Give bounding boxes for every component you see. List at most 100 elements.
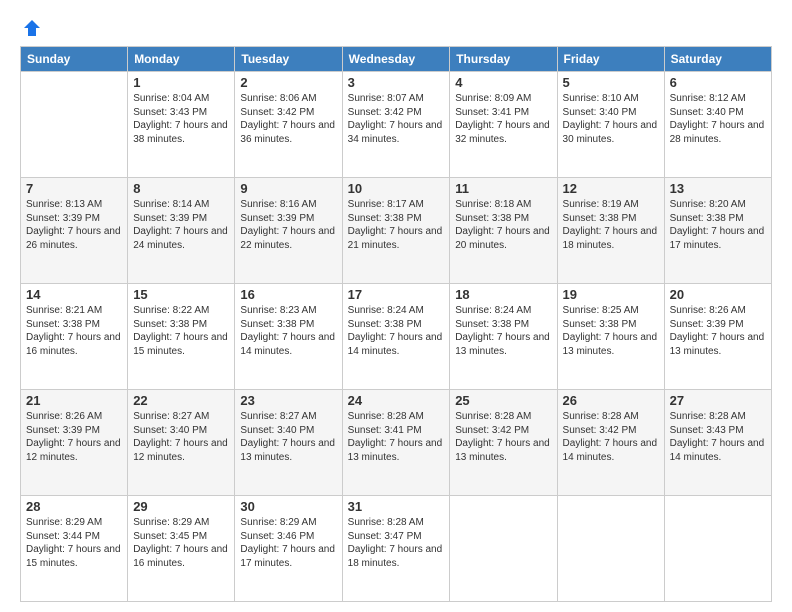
- calendar-cell: 15Sunrise: 8:22 AM Sunset: 3:38 PM Dayli…: [128, 284, 235, 390]
- day-info: Sunrise: 8:18 AM Sunset: 3:38 PM Dayligh…: [455, 198, 551, 252]
- day-info: Sunrise: 8:28 AM Sunset: 3:41 PM Dayligh…: [348, 410, 445, 464]
- day-number: 10: [348, 181, 445, 196]
- calendar-cell: [557, 496, 664, 602]
- calendar-cell: 4Sunrise: 8:09 AM Sunset: 3:41 PM Daylig…: [450, 72, 557, 178]
- calendar-cell: 24 Sunrise: 8:28 AM Sunset: 3:41 PM Dayli…: [342, 390, 450, 496]
- calendar-cell: 8Sunrise: 8:14 AM Sunset: 3:39 PM Daylig…: [128, 178, 235, 284]
- day-info: Sunrise: 8:16 AM Sunset: 3:39 PM Dayligh…: [240, 198, 336, 252]
- week-row-1: 1 Sunrise: 8:04 AM Sunset: 3:43 PM Daylig…: [21, 72, 772, 178]
- calendar-cell: 28 Sunrise: 8:29 AM Sunset: 3:44 PM Dayli…: [21, 496, 128, 602]
- day-info: Sunrise: 8:25 AM Sunset: 3:38 PM Dayligh…: [563, 304, 659, 358]
- day-number: 27: [670, 393, 766, 408]
- day-number: 2: [240, 75, 336, 90]
- day-info: Sunrise: 8:28 AM Sunset: 3:47 PM Dayligh…: [348, 516, 445, 570]
- calendar-cell: 17Sunrise: 8:24 AM Sunset: 3:38 PM Dayli…: [342, 284, 450, 390]
- header-cell-monday: Monday: [128, 47, 235, 72]
- calendar-cell: 31 Sunrise: 8:28 AM Sunset: 3:47 PM Dayli…: [342, 496, 450, 602]
- calendar-cell: 5 Sunrise: 8:10 AM Sunset: 3:40 PM Daylig…: [557, 72, 664, 178]
- day-number: 24: [348, 393, 445, 408]
- day-info: Sunrise: 8:27 AM Sunset: 3:40 PM Dayligh…: [133, 410, 229, 464]
- day-info: Sunrise: 8:29 AM Sunset: 3:45 PM Dayligh…: [133, 516, 229, 570]
- week-row-3: 14 Sunrise: 8:21 AM Sunset: 3:38 PM Dayli…: [21, 284, 772, 390]
- header-cell-sunday: Sunday: [21, 47, 128, 72]
- calendar-cell: 29Sunrise: 8:29 AM Sunset: 3:45 PM Dayli…: [128, 496, 235, 602]
- day-number: 18: [455, 287, 551, 302]
- day-number: 15: [133, 287, 229, 302]
- header-cell-saturday: Saturday: [664, 47, 771, 72]
- day-info: Sunrise: 8:29 AM Sunset: 3:46 PM Dayligh…: [240, 516, 336, 570]
- day-info: Sunrise: 8:19 AM Sunset: 3:38 PM Dayligh…: [563, 198, 659, 252]
- day-info: Sunrise: 8:29 AM Sunset: 3:44 PM Dayligh…: [26, 516, 122, 570]
- calendar-cell: 7 Sunrise: 8:13 AM Sunset: 3:39 PM Daylig…: [21, 178, 128, 284]
- calendar-cell: 6 Sunrise: 8:12 AM Sunset: 3:40 PM Daylig…: [664, 72, 771, 178]
- calendar-cell: 12 Sunrise: 8:19 AM Sunset: 3:38 PM Dayli…: [557, 178, 664, 284]
- week-row-5: 28 Sunrise: 8:29 AM Sunset: 3:44 PM Dayli…: [21, 496, 772, 602]
- day-info: Sunrise: 8:26 AM Sunset: 3:39 PM Dayligh…: [670, 304, 766, 358]
- day-number: 8: [133, 181, 229, 196]
- day-number: 19: [563, 287, 659, 302]
- calendar-cell: 2 Sunrise: 8:06 AM Sunset: 3:42 PM Daylig…: [235, 72, 342, 178]
- calendar-cell: 13 Sunrise: 8:20 AM Sunset: 3:38 PM Dayli…: [664, 178, 771, 284]
- day-info: Sunrise: 8:09 AM Sunset: 3:41 PM Dayligh…: [455, 92, 551, 146]
- logo: [20, 18, 42, 38]
- week-row-4: 21 Sunrise: 8:26 AM Sunset: 3:39 PM Dayli…: [21, 390, 772, 496]
- day-number: 9: [240, 181, 336, 196]
- calendar-cell: 30 Sunrise: 8:29 AM Sunset: 3:46 PM Dayli…: [235, 496, 342, 602]
- calendar-table: SundayMondayTuesdayWednesdayThursdayFrid…: [20, 46, 772, 602]
- day-info: Sunrise: 8:10 AM Sunset: 3:40 PM Dayligh…: [563, 92, 659, 146]
- day-info: Sunrise: 8:04 AM Sunset: 3:43 PM Dayligh…: [133, 92, 229, 146]
- header: [20, 18, 772, 38]
- day-number: 31: [348, 499, 445, 514]
- calendar-cell: [21, 72, 128, 178]
- day-info: Sunrise: 8:20 AM Sunset: 3:38 PM Dayligh…: [670, 198, 766, 252]
- day-info: Sunrise: 8:26 AM Sunset: 3:39 PM Dayligh…: [26, 410, 122, 464]
- header-cell-tuesday: Tuesday: [235, 47, 342, 72]
- header-cell-wednesday: Wednesday: [342, 47, 450, 72]
- day-info: Sunrise: 8:13 AM Sunset: 3:39 PM Dayligh…: [26, 198, 122, 252]
- header-row: SundayMondayTuesdayWednesdayThursdayFrid…: [21, 47, 772, 72]
- calendar-cell: 14 Sunrise: 8:21 AM Sunset: 3:38 PM Dayli…: [21, 284, 128, 390]
- day-info: Sunrise: 8:28 AM Sunset: 3:42 PM Dayligh…: [455, 410, 551, 464]
- day-number: 12: [563, 181, 659, 196]
- calendar-cell: 27 Sunrise: 8:28 AM Sunset: 3:43 PM Dayli…: [664, 390, 771, 496]
- day-info: Sunrise: 8:21 AM Sunset: 3:38 PM Dayligh…: [26, 304, 122, 358]
- day-info: Sunrise: 8:28 AM Sunset: 3:42 PM Dayligh…: [563, 410, 659, 464]
- day-number: 20: [670, 287, 766, 302]
- day-number: 1: [133, 75, 229, 90]
- page: SundayMondayTuesdayWednesdayThursdayFrid…: [0, 0, 792, 612]
- day-info: Sunrise: 8:07 AM Sunset: 3:42 PM Dayligh…: [348, 92, 445, 146]
- day-number: 25: [455, 393, 551, 408]
- calendar-cell: 20 Sunrise: 8:26 AM Sunset: 3:39 PM Dayli…: [664, 284, 771, 390]
- calendar-cell: 21 Sunrise: 8:26 AM Sunset: 3:39 PM Dayli…: [21, 390, 128, 496]
- day-info: Sunrise: 8:12 AM Sunset: 3:40 PM Dayligh…: [670, 92, 766, 146]
- day-number: 21: [26, 393, 122, 408]
- day-info: Sunrise: 8:27 AM Sunset: 3:40 PM Dayligh…: [240, 410, 336, 464]
- day-number: 23: [240, 393, 336, 408]
- day-info: Sunrise: 8:24 AM Sunset: 3:38 PM Dayligh…: [455, 304, 551, 358]
- day-number: 6: [670, 75, 766, 90]
- calendar-cell: 22 Sunrise: 8:27 AM Sunset: 3:40 PM Dayli…: [128, 390, 235, 496]
- day-number: 5: [563, 75, 659, 90]
- calendar-cell: 16Sunrise: 8:23 AM Sunset: 3:38 PM Dayli…: [235, 284, 342, 390]
- day-number: 11: [455, 181, 551, 196]
- day-info: Sunrise: 8:23 AM Sunset: 3:38 PM Dayligh…: [240, 304, 336, 358]
- day-info: Sunrise: 8:06 AM Sunset: 3:42 PM Dayligh…: [240, 92, 336, 146]
- day-info: Sunrise: 8:17 AM Sunset: 3:38 PM Dayligh…: [348, 198, 445, 252]
- calendar-cell: 25 Sunrise: 8:28 AM Sunset: 3:42 PM Dayli…: [450, 390, 557, 496]
- day-number: 28: [26, 499, 122, 514]
- day-number: 13: [670, 181, 766, 196]
- calendar-cell: 3 Sunrise: 8:07 AM Sunset: 3:42 PM Daylig…: [342, 72, 450, 178]
- week-row-2: 7 Sunrise: 8:13 AM Sunset: 3:39 PM Daylig…: [21, 178, 772, 284]
- calendar-cell: 23 Sunrise: 8:27 AM Sunset: 3:40 PM Dayli…: [235, 390, 342, 496]
- day-number: 3: [348, 75, 445, 90]
- calendar-cell: [450, 496, 557, 602]
- day-number: 17: [348, 287, 445, 302]
- day-info: Sunrise: 8:28 AM Sunset: 3:43 PM Dayligh…: [670, 410, 766, 464]
- day-number: 14: [26, 287, 122, 302]
- header-cell-friday: Friday: [557, 47, 664, 72]
- day-number: 7: [26, 181, 122, 196]
- calendar-cell: 18 Sunrise: 8:24 AM Sunset: 3:38 PM Dayli…: [450, 284, 557, 390]
- day-number: 22: [133, 393, 229, 408]
- day-number: 26: [563, 393, 659, 408]
- day-number: 30: [240, 499, 336, 514]
